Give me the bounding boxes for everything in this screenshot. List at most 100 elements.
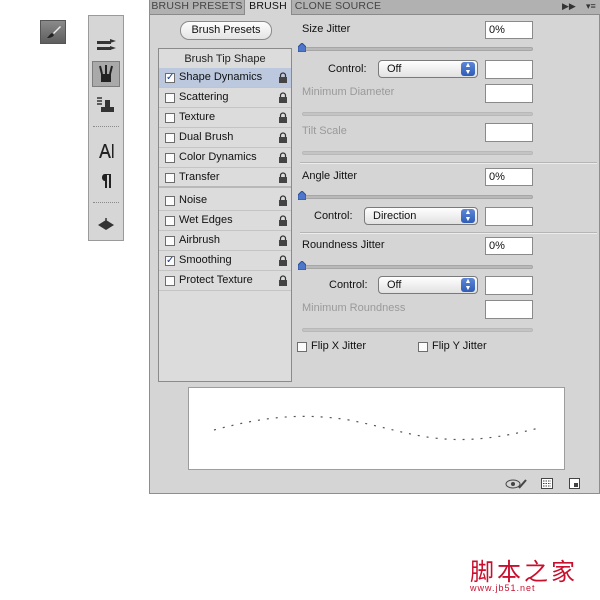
- select-arrow-icon: ▲ ▼: [461, 62, 475, 76]
- option-checkbox[interactable]: [165, 276, 175, 286]
- paragraph-strip-button[interactable]: [92, 168, 120, 194]
- lock-icon[interactable]: [278, 172, 288, 184]
- angle-jitter-slider[interactable]: [302, 195, 533, 199]
- select-arrow-icon: ▲ ▼: [461, 209, 475, 223]
- size-jitter-label: Size Jitter: [302, 23, 351, 35]
- select-arrow-icon: ▲ ▼: [461, 278, 475, 292]
- roundness-jitter-slider[interactable]: [302, 265, 533, 269]
- new-preset-icon[interactable]: [569, 478, 580, 492]
- angle-control-select[interactable]: Direction ▲ ▼: [364, 207, 478, 225]
- option-label: Scattering: [179, 91, 229, 103]
- minimum-diameter-field[interactable]: [485, 84, 533, 103]
- character-strip-button[interactable]: [92, 138, 120, 164]
- option-row[interactable]: Scattering: [159, 88, 291, 108]
- size-jitter-slider-thumb[interactable]: [298, 43, 306, 52]
- flip-x-jitter-label: Flip X Jitter: [311, 340, 367, 352]
- panel-tab-bar: BRUSH PRESETS BRUSH CLONE SOURCE ▶▶ ▾≡: [150, 0, 600, 15]
- lock-icon[interactable]: [278, 195, 288, 207]
- paragraph-icon: [102, 174, 111, 188]
- option-row[interactable]: Protect Texture: [159, 271, 291, 291]
- minimum-diameter-slider[interactable]: [302, 112, 533, 116]
- angle-control-field[interactable]: [485, 207, 533, 226]
- lock-icon[interactable]: [278, 152, 288, 164]
- angle-jitter-field[interactable]: 0%: [485, 168, 533, 186]
- collapsed-panel-strip: [88, 15, 124, 241]
- double-arrow-icon[interactable]: ▶▶: [562, 1, 576, 12]
- option-checkbox[interactable]: [165, 153, 175, 163]
- flip-x-jitter-checkbox[interactable]: Flip X Jitter: [297, 340, 407, 355]
- option-row[interactable]: Color Dynamics: [159, 148, 291, 168]
- roundness-control-select[interactable]: Off ▲ ▼: [378, 276, 478, 294]
- watermark-url: www.jb51.net: [470, 583, 536, 593]
- flip-y-jitter-label: Flip Y Jitter: [432, 340, 487, 352]
- option-row[interactable]: Dual Brush: [159, 128, 291, 148]
- lock-icon[interactable]: [278, 112, 288, 124]
- brush-strip-button[interactable]: [92, 61, 120, 87]
- option-checkbox[interactable]: [165, 196, 175, 206]
- option-label: Texture: [179, 111, 216, 123]
- option-label: Color Dynamics: [179, 151, 257, 163]
- option-checkbox[interactable]: [165, 133, 175, 143]
- presets-icon: [97, 39, 116, 50]
- tab-clone-source[interactable]: CLONE SOURCE: [292, 0, 384, 14]
- flip-y-checkbox-box[interactable]: [418, 342, 428, 352]
- option-row[interactable]: ✓ Smoothing: [159, 251, 291, 271]
- lock-icon[interactable]: [278, 92, 288, 104]
- layer-comps-strip-button[interactable]: [92, 212, 120, 238]
- flip-x-checkbox-box[interactable]: [297, 342, 307, 352]
- option-row[interactable]: Texture: [159, 108, 291, 128]
- option-label: Airbrush: [179, 234, 220, 246]
- lock-icon[interactable]: [278, 72, 288, 84]
- option-checkbox[interactable]: [165, 216, 175, 226]
- lock-icon[interactable]: [278, 235, 288, 247]
- divider: [300, 162, 597, 164]
- flip-y-jitter-checkbox[interactable]: Flip Y Jitter: [418, 340, 528, 355]
- option-checkbox[interactable]: ✓: [165, 73, 175, 83]
- tab-brush[interactable]: BRUSH: [244, 0, 292, 15]
- roundness-jitter-field[interactable]: 0%: [485, 237, 533, 255]
- size-control-field[interactable]: [485, 60, 533, 79]
- option-label: Smoothing: [179, 254, 232, 266]
- size-control-select[interactable]: Off ▲ ▼: [378, 60, 478, 78]
- brush-presets-button[interactable]: Brush Presets: [180, 21, 272, 40]
- lock-icon[interactable]: [278, 255, 288, 267]
- option-label: Wet Edges: [179, 214, 233, 226]
- roundness-control-field[interactable]: [485, 276, 533, 295]
- option-row[interactable]: Noise: [159, 191, 291, 211]
- brush-tool-button[interactable]: [40, 20, 66, 44]
- option-checkbox[interactable]: [165, 113, 175, 123]
- grid-icon[interactable]: [541, 478, 553, 492]
- option-label: Transfer: [179, 171, 220, 183]
- option-checkbox[interactable]: ✓: [165, 256, 175, 266]
- tab-brush-presets[interactable]: BRUSH PRESETS: [150, 0, 244, 14]
- angle-control-value: Direction: [373, 210, 417, 222]
- angle-jitter-slider-thumb[interactable]: [298, 191, 306, 200]
- brush-presets-strip-button[interactable]: [92, 32, 120, 58]
- panel-menu-icon[interactable]: ▾≡: [586, 1, 596, 12]
- option-checkbox[interactable]: [165, 236, 175, 246]
- option-row[interactable]: ✓ Shape Dynamics: [159, 68, 291, 88]
- option-row[interactable]: Airbrush: [159, 231, 291, 251]
- brush-tip-shape-item[interactable]: Brush Tip Shape: [159, 50, 291, 69]
- eye-brush-icon[interactable]: [505, 478, 527, 493]
- clone-source-strip-button[interactable]: [92, 92, 120, 118]
- lock-icon[interactable]: [278, 215, 288, 227]
- option-checkbox[interactable]: [165, 173, 175, 183]
- tilt-scale-slider[interactable]: [302, 151, 533, 155]
- size-jitter-slider[interactable]: [302, 47, 533, 51]
- lock-icon[interactable]: [278, 275, 288, 287]
- lock-icon[interactable]: [278, 132, 288, 144]
- roundness-control-value: Off: [387, 279, 402, 291]
- brush-panel-icon: [99, 65, 113, 82]
- tilt-scale-field[interactable]: [485, 123, 533, 142]
- option-label: Noise: [179, 194, 208, 206]
- roundness-jitter-slider-thumb[interactable]: [298, 261, 306, 270]
- option-row[interactable]: Transfer: [159, 168, 291, 188]
- minimum-roundness-field[interactable]: [485, 300, 533, 319]
- option-label: Shape Dynamics: [179, 71, 263, 83]
- option-checkbox[interactable]: [165, 93, 175, 103]
- size-jitter-field[interactable]: 0%: [485, 21, 533, 39]
- character-icon: [99, 144, 114, 158]
- minimum-roundness-slider[interactable]: [302, 328, 533, 332]
- option-row[interactable]: Wet Edges: [159, 211, 291, 231]
